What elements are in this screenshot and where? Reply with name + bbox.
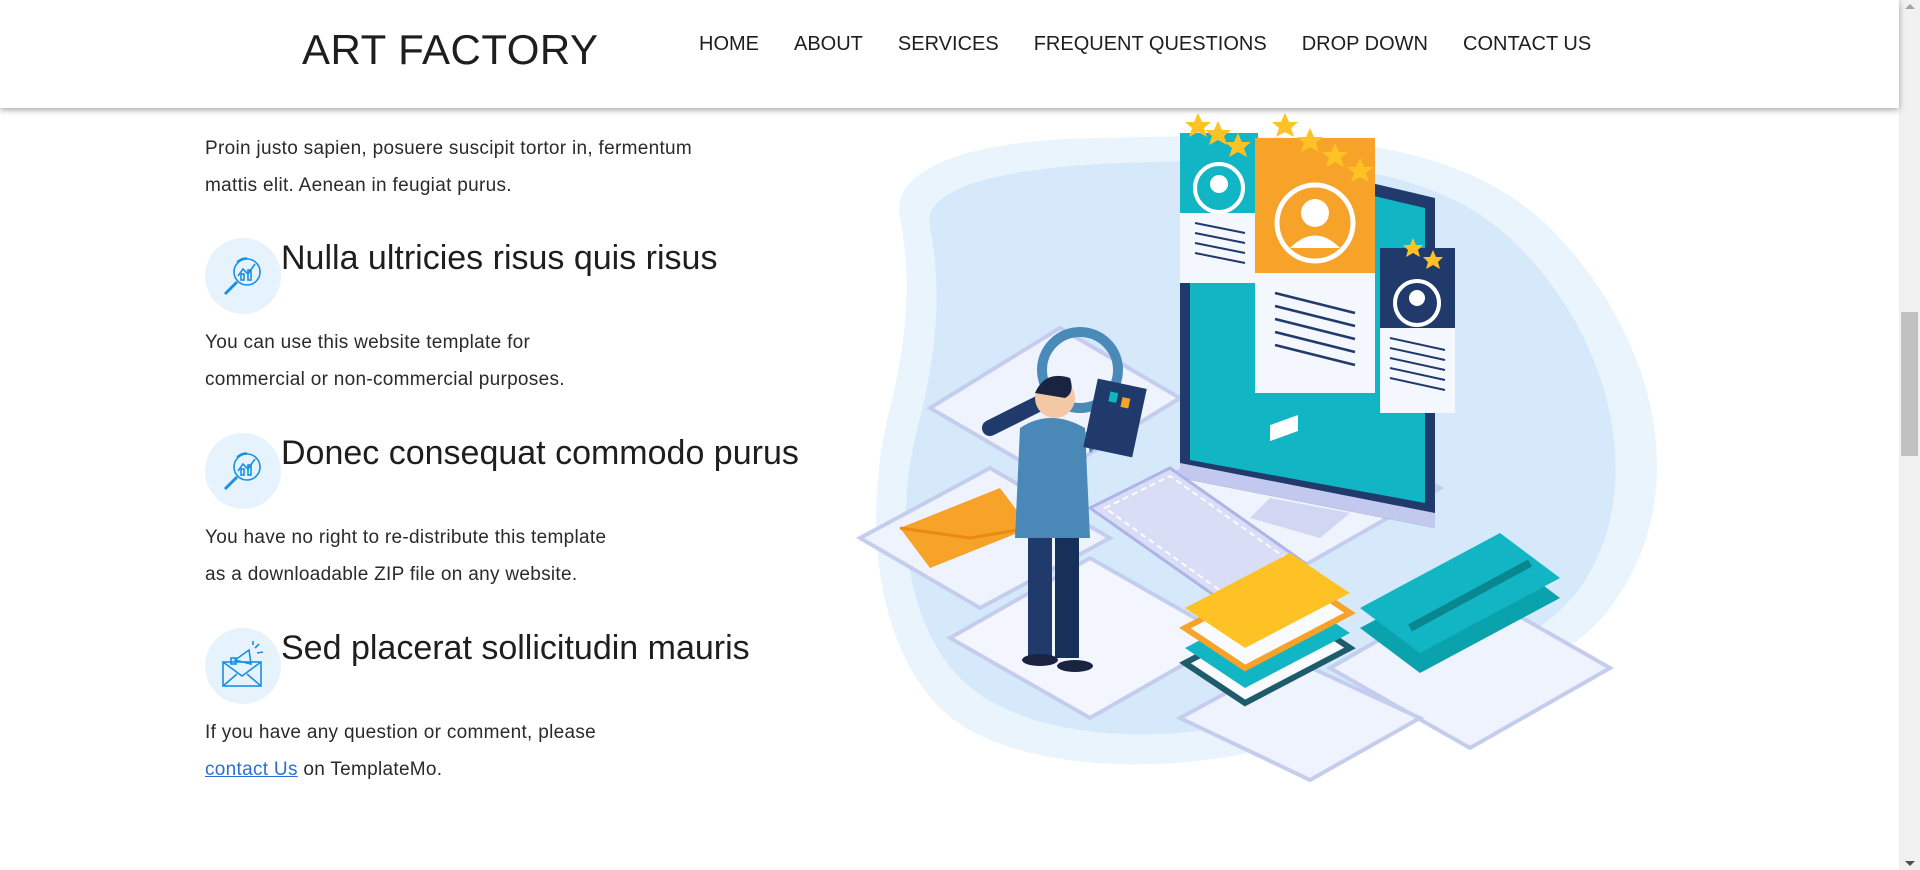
feature-text: You have no right to re-distribute this … <box>205 519 765 593</box>
nav-about[interactable]: ABOUT <box>794 33 863 56</box>
chart-magnifier-icon <box>205 238 281 314</box>
feature-text: If you have any question or comment, ple… <box>205 714 765 788</box>
feature-text-line: commercial or non-commercial purposes. <box>205 369 565 390</box>
site-header: ART FACTORY HOME ABOUT SERVICES FREQUENT… <box>0 0 1899 108</box>
feature-text-line: You have no right to re-distribute this … <box>205 527 607 548</box>
feature-text-suffix: on TemplateMo. <box>297 759 443 780</box>
feature-text: You can use this website template for co… <box>205 324 765 398</box>
nav-drop-down[interactable]: DROP DOWN <box>1302 33 1428 56</box>
feature-text-line: If you have any question or comment, ple… <box>205 722 597 743</box>
vertical-scrollbar[interactable] <box>1899 0 1920 870</box>
nav-home[interactable]: HOME <box>699 33 759 56</box>
feature-title: Donec consequat commodo purus <box>281 434 799 472</box>
feature-title: Nulla ultricies risus quis risus <box>281 239 718 277</box>
intro-text: Proin justo sapien, posuere suscipit tor… <box>205 130 765 204</box>
scroll-down-arrow-icon[interactable] <box>1905 861 1915 866</box>
intro-line-1: Proin justo sapien, posuere suscipit tor… <box>205 138 693 159</box>
feature-text-line: You can use this website template for <box>205 332 531 353</box>
envelope-megaphone-icon <box>205 628 281 704</box>
feature-title: Sed placerat sollicitudin mauris <box>281 629 750 667</box>
nav-contact-us[interactable]: CONTACT US <box>1463 33 1591 56</box>
feature-text-line: as a downloadable ZIP file on any websit… <box>205 564 578 585</box>
nav-services[interactable]: SERVICES <box>898 33 999 56</box>
contact-us-link[interactable]: contact Us <box>205 759 298 780</box>
main-nav: HOME ABOUT SERVICES FREQUENT QUESTIONS D… <box>699 33 1591 56</box>
hero-illustration <box>850 108 1700 788</box>
feature-text-line: contact Us on TemplateMo. <box>205 751 765 788</box>
intro-line-2: mattis elit. Aenean in feugiat purus. <box>205 175 512 196</box>
site-logo[interactable]: ART FACTORY <box>302 26 599 74</box>
scrollbar-thumb[interactable] <box>1901 312 1918 456</box>
chart-magnifier-icon <box>205 433 281 509</box>
scroll-up-arrow-icon[interactable] <box>1905 4 1915 9</box>
nav-frequent-questions[interactable]: FREQUENT QUESTIONS <box>1034 33 1267 56</box>
